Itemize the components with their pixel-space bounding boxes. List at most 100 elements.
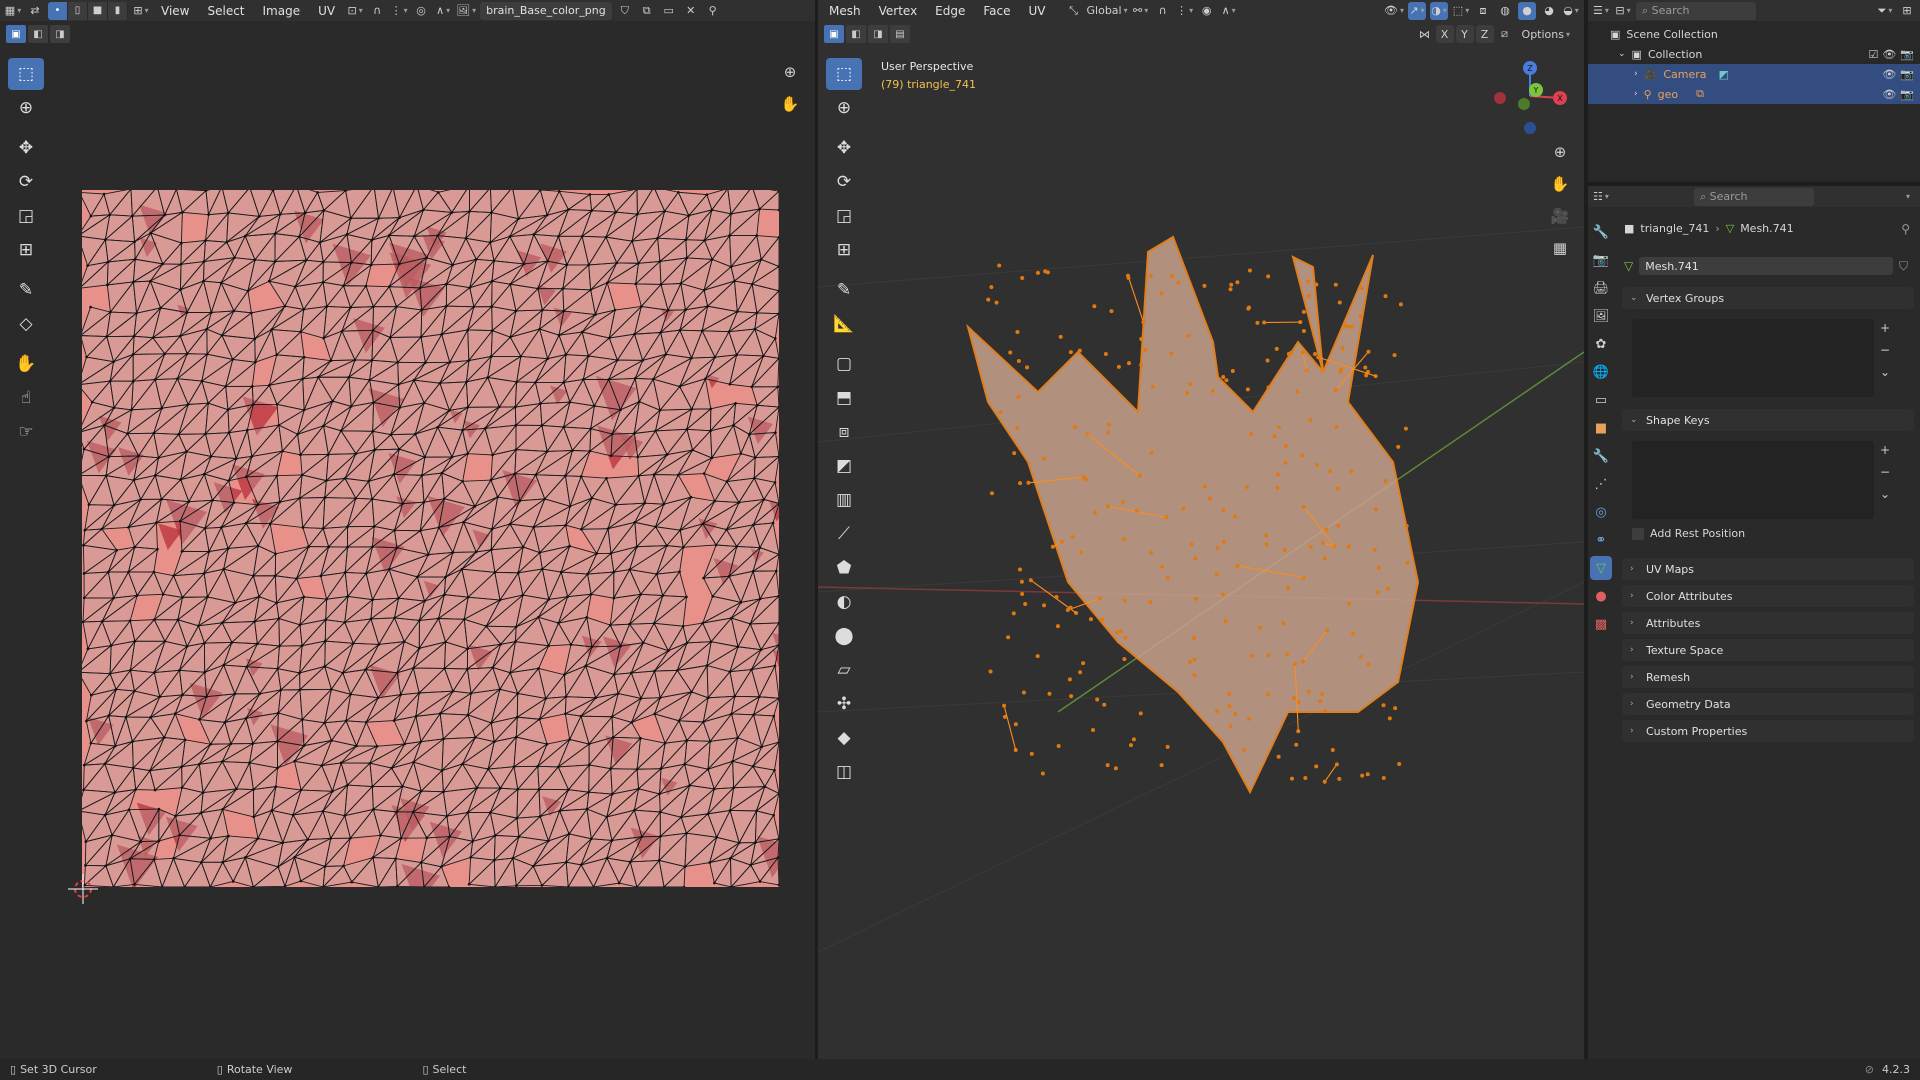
- collection-visibility-icon[interactable]: 👁: [1882, 48, 1896, 61]
- world-tab-icon[interactable]: 🌐: [1590, 360, 1612, 384]
- vp-zoom-icon[interactable]: ⊕: [1548, 140, 1572, 164]
- object-tab-icon[interactable]: ■: [1590, 416, 1612, 440]
- outliner-search-input[interactable]: ⌕ Search: [1636, 1, 1756, 20]
- outliner-collection[interactable]: ⌄ ▣ Collection ☑ 👁 📷: [1588, 44, 1920, 64]
- gizmo-toggle-icon[interactable]: ↗: [1408, 1, 1426, 20]
- menu-view[interactable]: View: [154, 2, 196, 20]
- orientation-dropdown[interactable]: Global: [1087, 2, 1128, 20]
- texture-tab-icon[interactable]: ▩: [1590, 612, 1612, 636]
- rendered-shading-icon[interactable]: ◒: [1562, 2, 1580, 20]
- wireframe-shading-icon[interactable]: ◍: [1496, 2, 1514, 20]
- image-browse-icon[interactable]: 🖼: [456, 2, 476, 20]
- snap-3d-icon[interactable]: ∩: [1154, 2, 1172, 20]
- open-image-icon[interactable]: ▭: [660, 2, 678, 20]
- face-select-icon[interactable]: ■: [88, 1, 108, 20]
- bevel-tool-icon[interactable]: ◩: [826, 450, 862, 482]
- menu-mesh[interactable]: Mesh: [822, 2, 868, 20]
- panel-texture-space[interactable]: › Texture Space: [1622, 639, 1914, 661]
- panel-remesh[interactable]: › Remesh: [1622, 666, 1914, 688]
- solid-shading-icon[interactable]: ●: [1518, 1, 1536, 20]
- outliner-item-camera[interactable]: › 🎥 Camera ◩ 👁 📷: [1588, 64, 1920, 84]
- proportional-3d-icon[interactable]: ◉: [1198, 2, 1216, 20]
- collection-expand-icon[interactable]: ⌄: [1618, 49, 1626, 59]
- transform-tool-icon[interactable]: ⊞: [8, 234, 44, 266]
- vp-rotate-tool-icon[interactable]: ⟳: [826, 166, 862, 198]
- vertex-select-icon[interactable]: •: [48, 1, 68, 20]
- outliner-item-geo[interactable]: › ⚲ geo ⧉ 👁 📷: [1588, 84, 1920, 104]
- vp-cursor-tool-icon[interactable]: ⊕: [826, 92, 862, 124]
- mesh-edit-overlay-icon[interactable]: ⬚: [1452, 2, 1470, 20]
- scale-tool-icon[interactable]: ◲: [8, 200, 44, 232]
- add-vertex-group-icon[interactable]: +: [1876, 319, 1894, 337]
- xray-icon[interactable]: ⧈: [1474, 2, 1492, 20]
- rip-region-tool-icon[interactable]: ◫: [826, 756, 862, 788]
- menu-uv-3d[interactable]: UV: [1022, 2, 1053, 20]
- modifier-tab-icon[interactable]: 🔧: [1590, 444, 1612, 468]
- constraints-tab-icon[interactable]: ⚭: [1590, 528, 1612, 552]
- image-name-field[interactable]: brain_Base_color_png: [480, 1, 612, 20]
- menu-edge[interactable]: Edge: [928, 2, 972, 20]
- knife-tool-icon[interactable]: ⟋: [826, 518, 862, 550]
- remove-vertex-group-icon[interactable]: −: [1876, 341, 1894, 359]
- menu-face[interactable]: Face: [976, 2, 1017, 20]
- pin-properties-icon[interactable]: ⚲: [1901, 222, 1910, 236]
- panel-shape-keys[interactable]: ⌄ Shape Keys: [1622, 409, 1914, 431]
- mesh-fake-user-icon[interactable]: ⛉: [1899, 259, 1908, 274]
- mesh-viewport-canvas[interactable]: [818, 22, 1584, 1059]
- properties-editor-type-icon[interactable]: ☷: [1592, 188, 1610, 206]
- menu-uv[interactable]: UV: [311, 2, 342, 20]
- fake-user-icon[interactable]: ⛉: [616, 2, 634, 20]
- pan-icon[interactable]: ✋: [778, 92, 802, 116]
- panel-uv-maps[interactable]: › UV Maps: [1622, 558, 1914, 580]
- panel-vertex-groups[interactable]: ⌄ Vertex Groups: [1622, 287, 1914, 309]
- geo-expand-icon[interactable]: ›: [1634, 89, 1638, 99]
- physics-tab-icon[interactable]: ◎: [1590, 500, 1612, 524]
- select-box-icon[interactable]: ▣: [6, 25, 26, 43]
- collection-tab-icon[interactable]: ▭: [1590, 388, 1612, 412]
- view-layer-tab-icon[interactable]: 🖼: [1590, 304, 1612, 328]
- menu-select[interactable]: Select: [200, 2, 251, 20]
- loop-cut-tool-icon[interactable]: ▥: [826, 484, 862, 516]
- sync-selection-icon[interactable]: ⇄: [26, 2, 44, 20]
- spin-tool-icon[interactable]: ◐: [826, 586, 862, 618]
- vp-scale-tool-icon[interactable]: ◲: [826, 200, 862, 232]
- sticky-mode-icon[interactable]: ⊞: [132, 2, 150, 20]
- vp-annotate-tool-icon[interactable]: ✎: [826, 274, 862, 306]
- pin-icon[interactable]: ⚲: [704, 2, 722, 20]
- outliner-editor-type-icon[interactable]: ☰: [1592, 2, 1610, 20]
- relax-tool-icon[interactable]: ☝: [8, 382, 44, 414]
- inset-tool-icon[interactable]: ⧈: [826, 416, 862, 448]
- menu-image[interactable]: Image: [256, 2, 308, 20]
- edge-select-icon[interactable]: ▯: [68, 1, 88, 20]
- material-shading-icon[interactable]: ◕: [1540, 2, 1558, 20]
- cursor-tool-icon[interactable]: ⊕: [8, 92, 44, 124]
- panel-custom-properties[interactable]: › Custom Properties: [1622, 720, 1914, 742]
- panel-color-attributes[interactable]: › Color Attributes: [1622, 585, 1914, 607]
- edge-slide-tool-icon[interactable]: ▱: [826, 654, 862, 686]
- data-tab-icon[interactable]: ▽: [1590, 556, 1612, 580]
- new-image-icon[interactable]: ⧉: [638, 2, 656, 20]
- smooth-tool-icon[interactable]: ⬤: [826, 620, 862, 652]
- vertex-groups-list[interactable]: [1632, 319, 1874, 397]
- extrude-tool-icon[interactable]: ⬒: [826, 382, 862, 414]
- display-mode-icon[interactable]: ⊟: [1614, 2, 1632, 20]
- rotate-tool-icon[interactable]: ⟳: [8, 166, 44, 198]
- mesh-name-field[interactable]: Mesh.741: [1639, 257, 1893, 275]
- snap-target-icon[interactable]: ⋮: [390, 2, 408, 20]
- vp-measure-tool-icon[interactable]: 📐: [826, 308, 862, 340]
- falloff-icon[interactable]: ∧: [434, 2, 452, 20]
- move-tool-icon[interactable]: ✥: [8, 132, 44, 164]
- visibility-icon[interactable]: 👁: [1384, 2, 1404, 20]
- add-shape-key-icon[interactable]: +: [1876, 441, 1894, 459]
- filter-icon[interactable]: ⏷: [1876, 2, 1894, 20]
- output-tab-icon[interactable]: 🖨: [1590, 276, 1612, 300]
- add-cube-tool-icon[interactable]: ▢: [826, 348, 862, 380]
- shape-keys-list[interactable]: [1632, 441, 1874, 519]
- snap-increment-icon[interactable]: ⋮: [1176, 2, 1194, 20]
- overlay-toggle-icon[interactable]: ◑: [1430, 1, 1448, 20]
- snap-icon[interactable]: ∩: [368, 2, 386, 20]
- remove-shape-key-icon[interactable]: −: [1876, 463, 1894, 481]
- shear-tool-icon[interactable]: ◆: [826, 722, 862, 754]
- vertex-group-specials-icon[interactable]: ⌄: [1876, 363, 1894, 381]
- scene-tab-icon[interactable]: ✿: [1590, 332, 1612, 356]
